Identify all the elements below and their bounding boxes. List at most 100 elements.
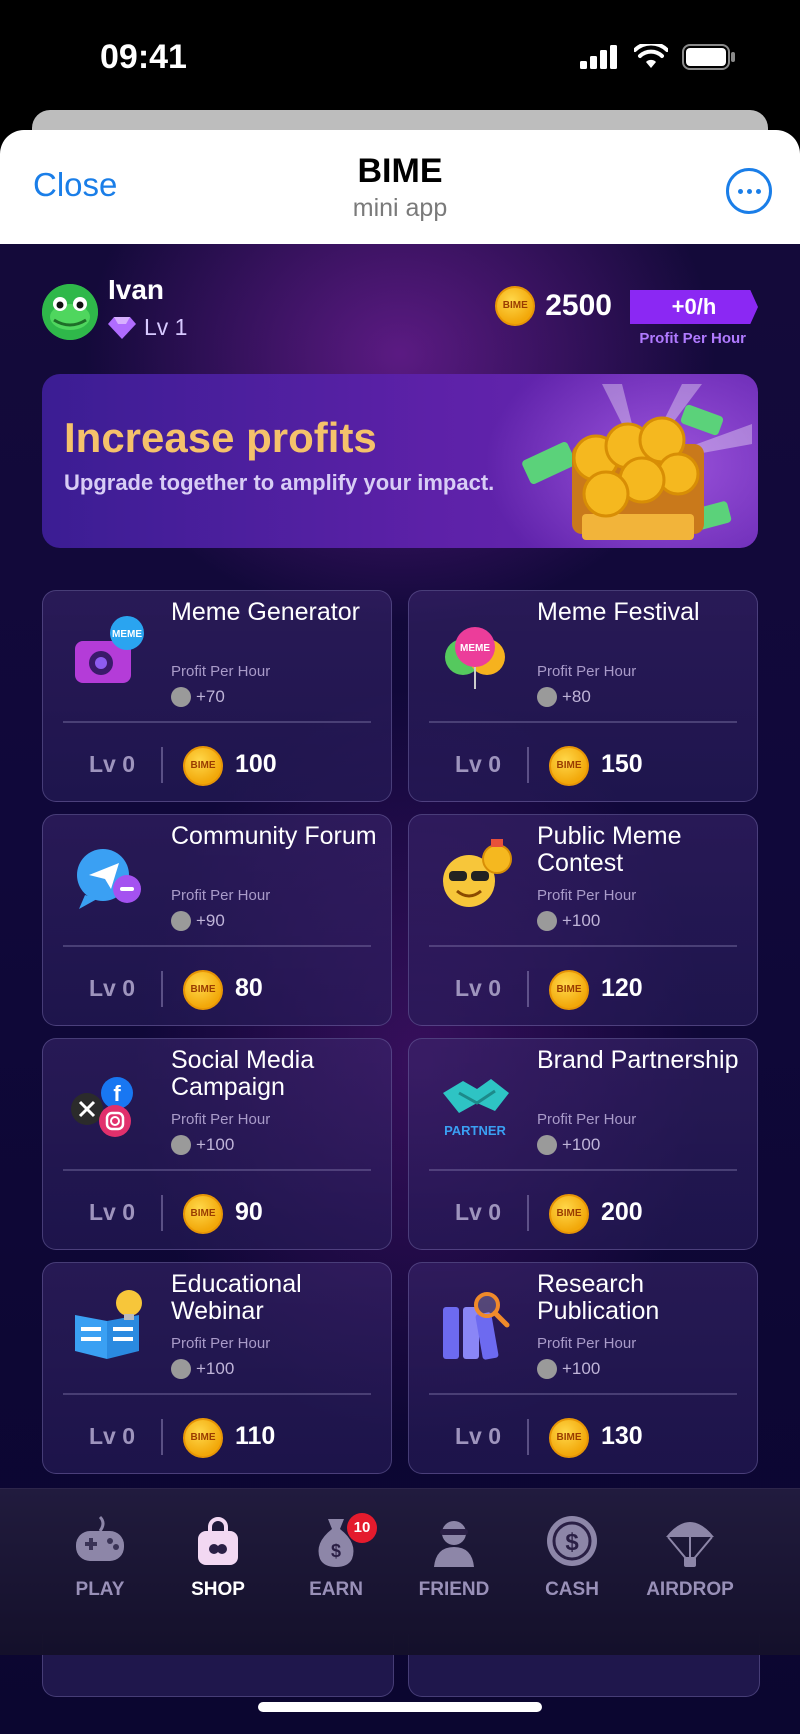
card-pph-value: +100 (562, 1359, 601, 1378)
coin-balance: BIME 2500 (495, 286, 612, 326)
card-cost: 110 (235, 1422, 276, 1450)
banner-subtitle: Upgrade together to amplify your impact. (64, 470, 495, 495)
card-divider (429, 721, 737, 723)
card-pph-value: +70 (196, 687, 225, 706)
user-summary: Ivan Lv 1 BIME 2500 +0/h Profit Per Hour (42, 268, 758, 347)
card-cost: 80 (235, 974, 263, 1002)
card-cost: 130 (601, 1422, 643, 1450)
card-title: Social Media Campaign (171, 1046, 315, 1101)
nav-play[interactable]: PLAY (41, 1513, 159, 1623)
card-cost: 120 (601, 974, 643, 1002)
silver-coin-icon (171, 687, 191, 707)
profit-per-hour-label: Profit Per Hour (639, 330, 746, 347)
status-time: 09:41 (100, 38, 187, 76)
card-separator (527, 747, 529, 783)
app-subtitle: mini app (352, 194, 448, 222)
nav-earn[interactable]: $ EARN 10 (277, 1513, 395, 1623)
home-indicator[interactable] (258, 1702, 542, 1712)
nav-label: AIRDROP (646, 1579, 734, 1600)
gamepad-icon (76, 1515, 124, 1561)
avatar[interactable] (42, 284, 98, 340)
camera-meme-icon: MEME (75, 616, 144, 683)
diamond-icon (108, 316, 136, 339)
signal-icon (580, 45, 617, 69)
coin-text: BIME (556, 1432, 582, 1443)
upgrade-card[interactable]: Public Meme Contest Profit Per Hour +100… (408, 814, 758, 1026)
status-icons (580, 44, 736, 70)
card-divider (429, 1169, 737, 1171)
card-pph: +100 (171, 1359, 234, 1379)
card-pph: +100 (537, 1135, 600, 1155)
upgrade-card[interactable]: MEME Meme Generator Profit Per Hour +70 … (42, 590, 392, 802)
svg-text:f: f (113, 1081, 121, 1106)
username: Ivan (108, 274, 165, 305)
svg-text:MEME: MEME (112, 629, 142, 640)
nav-label: EARN (309, 1579, 363, 1600)
card-level: Lv 0 (455, 1199, 502, 1225)
card-pph: +80 (537, 687, 591, 707)
silver-coin-icon (171, 1135, 191, 1155)
coin-text: BIME (556, 1208, 582, 1219)
treasure-chest-icon (522, 384, 752, 540)
card-divider (63, 1393, 371, 1395)
nav-label: CASH (545, 1579, 599, 1600)
card-pph-label: Profit Per Hour (537, 1335, 637, 1352)
upgrade-card[interactable]: Research Publication Profit Per Hour +10… (408, 1262, 758, 1474)
card-pph-value: +80 (562, 687, 591, 706)
coin-balance-value: 2500 (545, 289, 612, 322)
card-pph-label: Profit Per Hour (171, 1335, 271, 1352)
nav-label: FRIEND (418, 1579, 490, 1600)
card-level: Lv 0 (89, 975, 136, 1001)
card-pph: +100 (537, 911, 600, 931)
silver-coin-icon (537, 1135, 557, 1155)
card-title: Brand Partnership (537, 1046, 739, 1074)
card-divider (429, 1393, 737, 1395)
coin-text: BIME (190, 760, 216, 771)
promo-banner[interactable]: Increase profits Upgrade together to amp… (42, 374, 758, 548)
bime-coin-icon: BIME (495, 286, 536, 326)
book-bulb-icon (75, 1290, 142, 1359)
emoji-medal-icon (443, 839, 512, 907)
status-bar: 09:41 (0, 0, 800, 110)
card-separator (527, 1419, 529, 1455)
card-separator (527, 1195, 529, 1231)
nav-airdrop[interactable]: AIRDROP (631, 1513, 749, 1623)
more-options-button[interactable] (726, 168, 772, 214)
card-pph-label: Profit Per Hour (171, 1111, 271, 1128)
parachute-icon (666, 1522, 714, 1567)
card-cost: 100 (235, 750, 277, 778)
svg-text:PARTNER: PARTNER (444, 1123, 506, 1138)
card-title: Research Publication (537, 1270, 660, 1325)
nav-shop[interactable]: SHOP (159, 1513, 277, 1623)
chat-bubble-icon (77, 849, 141, 909)
card-pph-value: +100 (196, 1359, 235, 1378)
balloon-icon: MEME (445, 627, 505, 689)
silver-coin-icon (537, 1359, 557, 1379)
card-pph-label: Profit Per Hour (537, 663, 637, 680)
upgrade-card[interactable]: Educational Webinar Profit Per Hour +100… (42, 1262, 392, 1474)
bime-coin-icon: BIME (183, 746, 223, 786)
coin-text: BIME (502, 300, 528, 311)
card-divider (63, 1169, 371, 1171)
upgrade-card[interactable]: PARTNER Brand Partnership Profit Per Hou… (408, 1038, 758, 1250)
card-title: Educational Webinar (171, 1270, 302, 1325)
upgrade-card[interactable]: MEME Meme Festival Profit Per Hour +80 L… (408, 590, 758, 802)
main-content[interactable]: Ivan Lv 1 BIME 2500 +0/h Profit Per Hour… (0, 244, 800, 1734)
nav-label: PLAY (75, 1579, 125, 1600)
upgrade-card[interactable]: Community Forum Profit Per Hour +90 Lv 0… (42, 814, 392, 1026)
nav-cash[interactable]: $ CASH (513, 1513, 631, 1623)
coin-text: BIME (556, 760, 582, 771)
card-level: Lv 0 (455, 1423, 502, 1449)
nav-friend[interactable]: FRIEND (395, 1513, 513, 1623)
card-separator (161, 1195, 163, 1231)
card-title: Public Meme Contest (537, 822, 682, 877)
card-pph: +70 (171, 687, 225, 707)
card-title: Community Forum (171, 822, 377, 850)
bime-coin-icon: BIME (183, 1194, 223, 1234)
dot (746, 188, 752, 194)
nav-label: SHOP (191, 1579, 245, 1600)
battery-icon (682, 44, 735, 70)
upgrade-card[interactable]: f Social Media Campaign Profit Per Hour … (42, 1038, 392, 1250)
bime-coin-icon: BIME (549, 970, 589, 1010)
banner-title: Increase profits (64, 414, 377, 461)
